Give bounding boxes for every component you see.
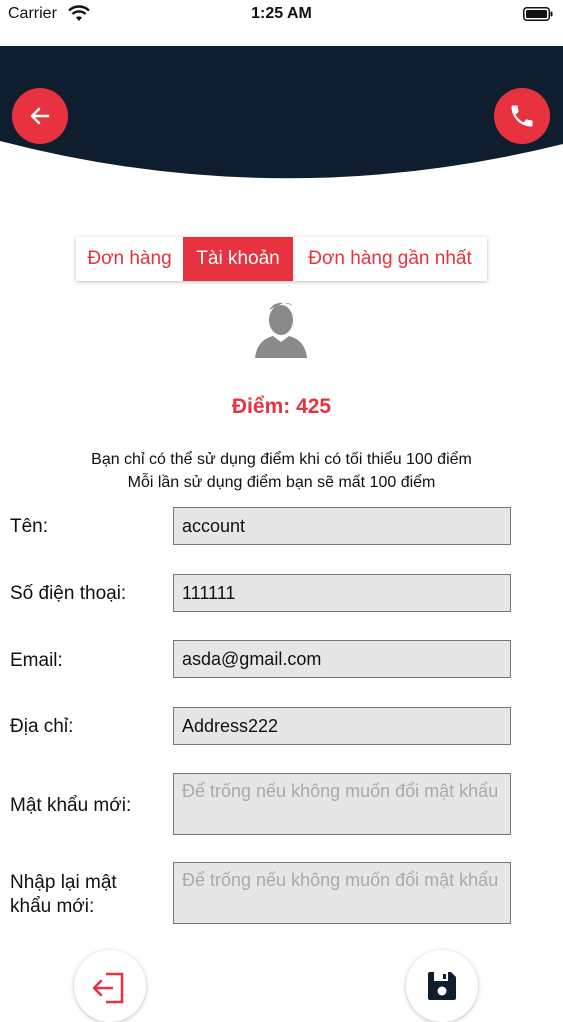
new-password-label: Mật khẩu mới: [10,795,132,816]
tab-recent-orders[interactable]: Đơn hàng gần nhất [293,237,487,281]
points-note-minimum: Bạn chỉ có thể sử dụng điểm khi có tối t… [91,451,472,468]
call-button[interactable] [494,88,550,144]
name-label: Tên: [10,516,49,537]
logout-button[interactable] [74,950,146,1022]
status-bar: Carrier 1:25 AM [0,0,563,30]
segmented-tabs: Đơn hàng Tài khoản Đơn hàng gần nhất [76,237,487,281]
email-input[interactable]: asda@gmail.com [173,640,511,678]
points-label: Điểm: 425 [231,395,332,418]
floppy-disk-icon [428,972,456,1000]
arrow-left-icon [30,107,50,125]
phone-icon [511,105,533,127]
confirm-password-input[interactable]: Để trống nếu không muốn đổi mật khẩu [173,862,511,924]
battery-icon [523,7,553,21]
points-note-cost: Mỗi lần sử dụng điểm bạn sẽ mất 100 điểm [127,474,436,491]
address-label: Địa chỉ: [10,716,74,737]
new-password-input[interactable]: Để trống nếu không muốn đổi mật khẩu [173,773,511,835]
phone-input[interactable]: 111111 [173,574,511,612]
back-button[interactable] [12,88,68,144]
email-label: Email: [10,650,63,671]
tab-orders[interactable]: Đơn hàng [76,237,183,281]
name-input[interactable]: account [173,507,511,545]
app-header [0,46,563,186]
phone-label: Số điện thoại: [10,583,127,604]
save-button[interactable] [406,950,478,1022]
address-input[interactable]: Address222 [173,707,511,745]
status-time: 1:25 AM [251,5,312,22]
logout-icon [92,972,124,1004]
user-silhouette-icon [255,302,307,358]
tab-account[interactable]: Tài khoản [183,237,293,281]
confirm-password-label: Nhập lại mật khẩu mới: [10,872,117,917]
header-background [0,46,563,179]
